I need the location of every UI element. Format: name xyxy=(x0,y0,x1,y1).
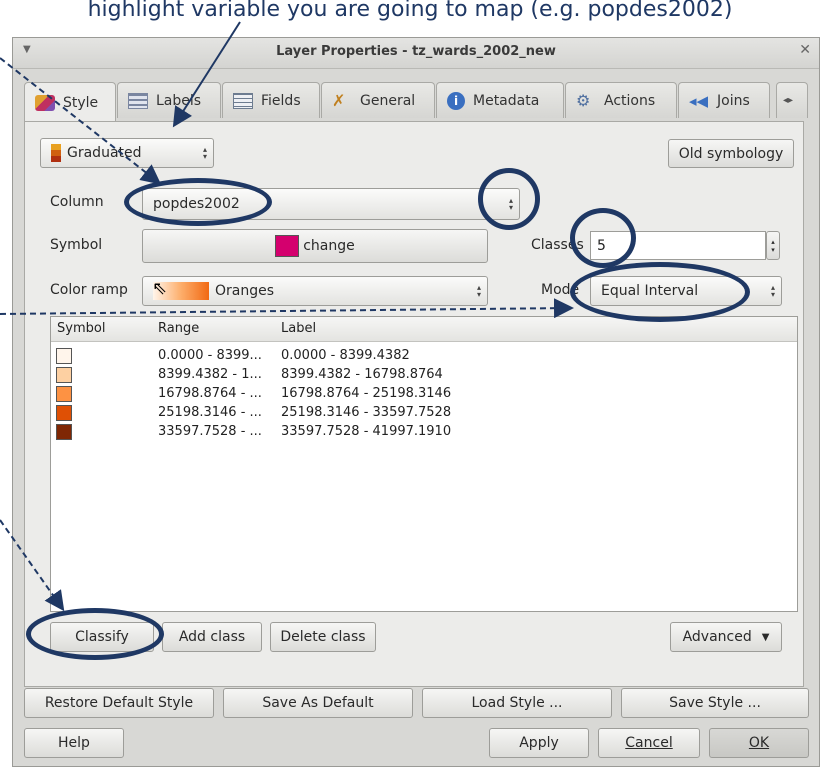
symbol-change-label: change xyxy=(303,238,355,254)
advanced-button[interactable]: Advanced ▼ xyxy=(670,622,782,652)
combo-arrow-icon: ▴ ▾ xyxy=(508,196,513,212)
apply-button[interactable]: Apply xyxy=(489,728,589,758)
classes-spinbox[interactable]: 5 xyxy=(590,231,766,260)
column-combo[interactable]: popdes2002 ▴ ▾ xyxy=(142,188,520,220)
save-style-button[interactable]: Save Style ... xyxy=(621,688,809,718)
window-title: Layer Properties - tz_wards_2002_new xyxy=(276,44,556,59)
renderer-type-combo[interactable]: Graduated ▴ ▾ xyxy=(40,138,214,168)
classes-label: Classes xyxy=(531,237,584,253)
tab-fields[interactable]: Fields xyxy=(222,82,320,118)
class-range: 8399.4382 - 1... xyxy=(158,367,262,382)
column-label: Column xyxy=(50,194,104,210)
class-label: 8399.4382 - 16798.8764 xyxy=(281,367,443,382)
mode-label: Mode xyxy=(541,282,580,298)
renderer-type-value: Graduated xyxy=(67,145,142,161)
title-bar: ▼ Layer Properties - tz_wards_2002_new ✕ xyxy=(13,38,819,69)
table-icon xyxy=(233,92,253,109)
label-icon xyxy=(128,92,148,109)
table-row[interactable]: 25198.3146 - ... 25198.3146 - 33597.7528 xyxy=(51,404,797,423)
tab-actions[interactable]: ⚙ Actions xyxy=(565,82,677,118)
classes-spin-arrows[interactable]: ▴ ▾ xyxy=(766,231,780,260)
tab-labels-label: Labels xyxy=(156,92,202,109)
chevron-down-icon: ▼ xyxy=(761,631,770,643)
add-class-button[interactable]: Add class xyxy=(162,622,262,652)
tab-labels[interactable]: Labels xyxy=(117,82,221,118)
table-row[interactable]: 16798.8764 - ... 16798.8764 - 25198.3146 xyxy=(51,385,797,404)
graduated-icon xyxy=(51,144,61,162)
tab-actions-label: Actions xyxy=(604,92,656,109)
restore-default-style-button[interactable]: Restore Default Style xyxy=(24,688,214,718)
header-symbol[interactable]: Symbol xyxy=(57,321,105,336)
class-label: 0.0000 - 8399.4382 xyxy=(281,348,410,363)
combo-arrow-icon: ▴ ▾ xyxy=(202,145,207,161)
tab-joins[interactable]: ◂◀ Joins xyxy=(678,82,770,118)
save-as-default-button[interactable]: Save As Default xyxy=(223,688,413,718)
class-label: 16798.8764 - 25198.3146 xyxy=(281,386,452,401)
old-symbology-button[interactable]: Old symbology xyxy=(668,139,794,168)
classify-button[interactable]: Classify xyxy=(50,622,154,652)
delete-class-button[interactable]: Delete class xyxy=(270,622,376,652)
class-color-swatch[interactable] xyxy=(56,367,72,383)
table-row[interactable]: 8399.4382 - 1... 8399.4382 - 16798.8764 xyxy=(51,366,797,385)
load-style-button[interactable]: Load Style ... xyxy=(422,688,612,718)
combo-arrow-icon: ▴ ▾ xyxy=(476,283,481,299)
class-color-swatch[interactable] xyxy=(56,424,72,440)
class-table[interactable]: Symbol Range Label 0.0000 - 8399... 0.000… xyxy=(50,316,798,612)
symbol-change-button[interactable]: change xyxy=(142,229,488,263)
ok-button[interactable]: OK xyxy=(709,728,809,758)
table-row[interactable]: 33597.7528 - ... 33597.7528 - 41997.1910 xyxy=(51,423,797,442)
advanced-label: Advanced xyxy=(682,629,752,645)
header-range[interactable]: Range xyxy=(158,321,199,336)
combo-arrow-icon: ▴ ▾ xyxy=(770,283,775,299)
tab-style-label: Style xyxy=(63,94,99,111)
class-range: 33597.7528 - ... xyxy=(158,424,262,439)
symbol-swatch xyxy=(275,235,300,257)
class-table-header: Symbol Range Label xyxy=(51,317,797,342)
mode-combo[interactable]: Equal Interval ▴ ▾ xyxy=(590,276,782,306)
tab-scroll-icon: ◂▸ xyxy=(783,95,794,106)
class-color-swatch[interactable] xyxy=(56,386,72,402)
class-range: 0.0000 - 8399... xyxy=(158,348,262,363)
classes-value: 5 xyxy=(597,237,606,254)
color-ramp-combo[interactable]: Oranges ▴ ▾ xyxy=(142,276,488,306)
tab-general-label: General xyxy=(360,92,416,109)
class-range: 25198.3146 - ... xyxy=(158,405,262,420)
class-color-swatch[interactable] xyxy=(56,348,72,364)
help-button[interactable]: Help xyxy=(24,728,124,758)
cancel-button[interactable]: Cancel xyxy=(598,728,700,758)
class-label: 25198.3146 - 33597.7528 xyxy=(281,405,452,420)
color-ramp-value: Oranges xyxy=(215,283,275,299)
color-ramp-label: Color ramp xyxy=(50,282,128,298)
join-icon: ◂◀ xyxy=(689,91,709,110)
symbol-label: Symbol xyxy=(50,237,103,253)
info-icon: i xyxy=(447,91,465,110)
tab-style[interactable]: Style xyxy=(24,82,116,122)
tab-general[interactable]: ✗ General xyxy=(321,82,435,118)
tab-metadata-label: Metadata xyxy=(473,92,540,109)
class-color-swatch[interactable] xyxy=(56,405,72,421)
paint-brush-icon xyxy=(35,94,55,111)
mouse-cursor-icon: ⇖ xyxy=(152,278,168,299)
table-row[interactable]: 0.0000 - 8399... 0.0000 - 8399.4382 xyxy=(51,347,797,366)
instruction-caption: highlight variable you are going to map … xyxy=(87,0,733,22)
close-icon[interactable]: ✕ xyxy=(799,42,811,58)
header-label[interactable]: Label xyxy=(281,321,316,336)
mode-value: Equal Interval xyxy=(601,283,699,299)
class-range: 16798.8764 - ... xyxy=(158,386,262,401)
gears-icon: ⚙ xyxy=(576,90,591,110)
tab-joins-label: Joins xyxy=(717,92,750,109)
tools-icon: ✗ xyxy=(332,90,346,110)
tab-metadata[interactable]: i Metadata xyxy=(436,82,564,118)
tab-scroll-arrows[interactable]: ◂▸ xyxy=(776,82,808,118)
tab-fields-label: Fields xyxy=(261,92,301,109)
column-value: popdes2002 xyxy=(153,196,240,212)
class-label: 33597.7528 - 41997.1910 xyxy=(281,424,452,439)
